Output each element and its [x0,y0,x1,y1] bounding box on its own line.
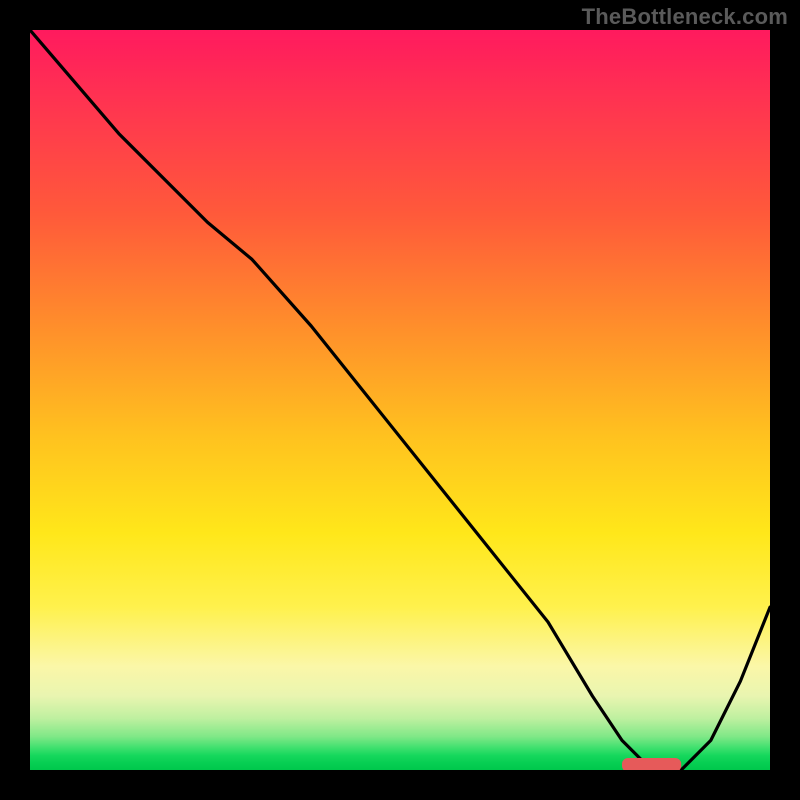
optimal-zone-marker [622,758,681,770]
curve-layer [30,30,770,770]
plot-area [30,30,770,770]
chart-stage: TheBottleneck.com [0,0,800,800]
watermark-text: TheBottleneck.com [582,4,788,30]
bottleneck-curve [30,30,770,770]
